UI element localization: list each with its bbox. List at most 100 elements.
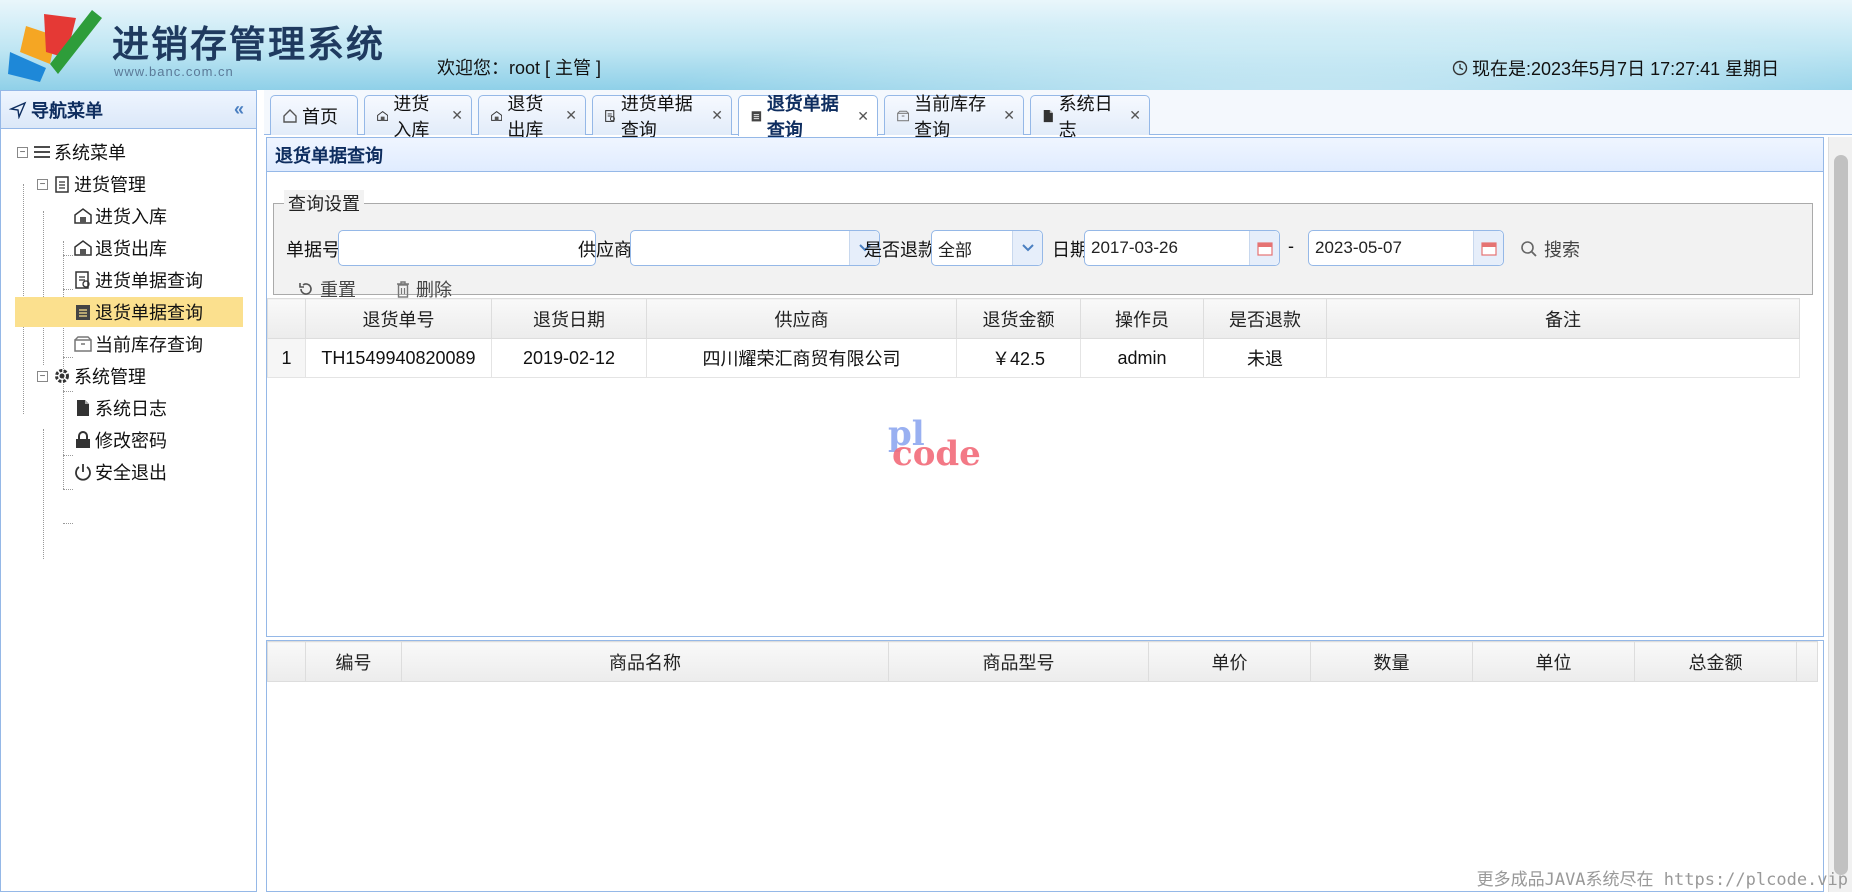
tab-system-log[interactable]: 系统日志 ✕ [1030,94,1150,140]
tab-label: 系统日志 [1058,93,1113,140]
query-settings: 查询设置 单据号: 供应商: 是否退款: 全部 日期: 2017-03-26 - [273,190,1813,300]
close-tab-icon[interactable]: ✕ [565,107,577,124]
clock: 现在是:2023年5月7日 17:27:41 星期日 [1452,55,1779,81]
column-header[interactable]: 编号 [305,641,402,682]
column-header[interactable]: 是否退款 [1203,298,1327,339]
tab-purchase-query[interactable]: 进货单据查询 ✕ [592,94,732,140]
close-tab-icon[interactable]: ✕ [1129,107,1141,124]
navigation-icon [9,101,27,119]
date-from-value: 2017-03-26 [1091,238,1178,257]
return-query-panel: 退货单据查询 查询设置 单据号: 供应商: 是否退款: 全部 日期: 2017-… [266,137,1824,637]
warehouse-in-icon [377,110,389,121]
close-tab-icon[interactable]: ✕ [451,107,463,124]
column-header[interactable]: 退货金额 [956,298,1081,339]
search-button[interactable]: 搜索 [1520,236,1580,262]
tab-label: 首页 [302,106,338,127]
sidebar-header: 导航菜单 « [1,91,256,129]
warehouse-out-icon [73,238,93,258]
search-label: 搜索 [1544,240,1580,260]
document-search-icon [605,109,615,122]
tab-purchase-in[interactable]: 进货入库 ✕ [364,94,472,140]
close-tab-icon[interactable]: ✕ [857,108,869,125]
scrollbar-thumb[interactable] [1834,155,1848,875]
calendar-icon[interactable] [1249,231,1279,265]
app-url: www.banc.com.cn [114,64,234,79]
tab-inventory-query[interactable]: 当前库存查询 ✕ [884,94,1024,140]
tab-label: 当前库存查询 [914,93,987,140]
sidebar-item-logout[interactable]: 安全退出 [73,457,167,487]
collapse-toggle-icon[interactable]: − [37,370,48,382]
sidebar-item-label: 安全退出 [95,463,167,483]
header-filler [1796,641,1818,682]
gear-icon [52,366,72,386]
column-header[interactable]: 商品名称 [401,641,889,682]
tree-group-system[interactable]: − 系统管理 [37,361,146,391]
sidebar: 导航菜单 « − 系统菜单 − 进货管理 进货入库 退货出库 进货单据查询 退货… [0,90,257,892]
search-icon [1521,241,1537,257]
column-header[interactable]: 退货单号 [305,298,492,339]
sidebar-item-inventory-query[interactable]: 当前库存查询 [73,329,203,359]
column-header[interactable]: 商品型号 [888,641,1149,682]
collapse-toggle-icon[interactable]: − [37,178,48,190]
date-to-input[interactable]: 2023-05-07 [1308,230,1504,266]
clock-text: 现在是:2023年5月7日 17:27:41 星期日 [1472,59,1780,79]
sidebar-item-label: 进货入库 [95,207,167,227]
reset-icon [299,283,312,295]
tree-group-purchase[interactable]: − 进货管理 [37,169,146,199]
close-tab-icon[interactable]: ✕ [711,107,723,124]
sidebar-item-purchase-query[interactable]: 进货单据查询 [73,265,203,295]
sidebar-item-return-out[interactable]: 退货出库 [73,233,167,263]
log-file-icon [73,398,93,418]
tab-home[interactable]: 首页 [270,95,358,135]
sidebar-item-label: 修改密码 [95,431,167,451]
column-header[interactable]: 供应商 [646,298,957,339]
tree-group-label: 系统管理 [74,367,146,387]
collapse-sidebar-icon[interactable]: « [234,99,244,120]
power-icon [73,462,93,482]
column-header[interactable]: 备注 [1326,298,1800,339]
column-header[interactable]: 单位 [1472,641,1635,682]
tree-root-system-menu[interactable]: − 系统菜单 [17,137,126,167]
app-title: 进销存管理系统 [112,23,385,66]
row-number-header [267,298,306,339]
watermark-bottom: code [892,434,981,474]
sidebar-item-system-log[interactable]: 系统日志 [73,393,167,423]
vertical-scrollbar[interactable] [1828,137,1852,892]
table-cell [1326,338,1800,378]
column-header[interactable]: 单价 [1148,641,1311,682]
sidebar-item-label: 进货单据查询 [95,271,203,291]
sidebar-item-change-password[interactable]: 修改密码 [73,425,167,455]
document-search-icon [73,270,93,290]
calendar-icon[interactable] [1473,231,1503,265]
log-file-icon [1043,109,1053,122]
clock-icon [1452,60,1468,76]
column-header[interactable]: 数量 [1310,641,1473,682]
inventory-box-icon [73,334,93,354]
table-cell: 2019-02-12 [491,338,647,378]
refund-label: 是否退款: [864,240,942,260]
table-header-row: 编号 商品名称 商品型号 单价 数量 单位 总金额 [267,641,1818,682]
date-from-input[interactable]: 2017-03-26 [1084,230,1280,266]
home-icon [283,108,297,123]
column-header[interactable]: 总金额 [1634,641,1797,682]
column-header[interactable]: 退货日期 [491,298,647,339]
bill-no-input[interactable] [338,230,596,266]
sidebar-item-return-query[interactable]: 退货单据查询 [15,297,243,327]
watermark-logo: pl code [888,415,981,474]
query-legend: 查询设置 [284,190,364,216]
bill-no-label: 单据号: [286,240,346,260]
table-cell: ￥42.5 [956,338,1081,378]
supplier-combobox[interactable] [630,230,880,266]
menu-tree: − 系统菜单 − 进货管理 进货入库 退货出库 进货单据查询 退货单据查询 当前… [1,129,256,559]
close-tab-icon[interactable]: ✕ [1003,107,1015,124]
chevron-down-icon[interactable] [1012,231,1042,265]
column-header[interactable]: 操作员 [1080,298,1204,339]
welcome-text: 欢迎您：root [ 主管 ] [437,58,602,78]
refund-combobox[interactable]: 全部 [931,230,1043,266]
table-cell: admin [1080,338,1204,378]
sidebar-item-purchase-in[interactable]: 进货入库 [73,201,167,231]
tab-return-out[interactable]: 退货出库 ✕ [478,94,586,140]
tab-return-query[interactable]: 退货单据查询 ✕ [738,94,878,140]
collapse-toggle-icon[interactable]: − [17,146,28,158]
table-row[interactable]: 1 TH1549940820089 2019-02-12 四川耀荣汇商贸有限公司… [267,338,1800,378]
